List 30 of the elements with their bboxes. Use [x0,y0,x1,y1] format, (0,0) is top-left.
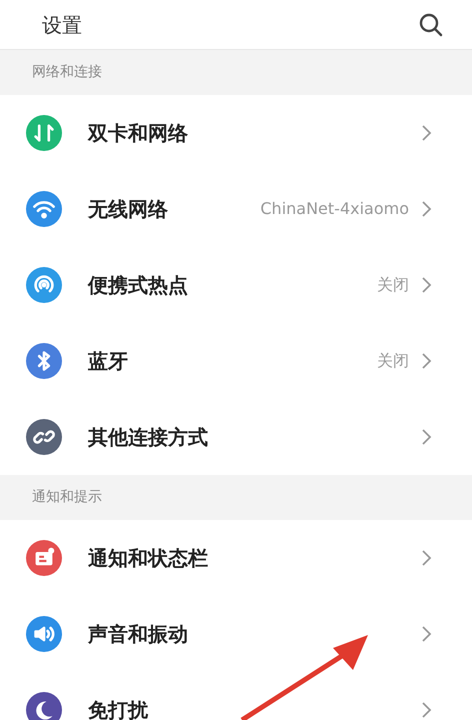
chevron-icon [421,124,432,142]
section-header: 通知和提示 [32,488,102,507]
item-label: 通知和状态栏 [88,545,208,572]
chevron-icon [421,625,432,643]
item-value: 关闭 [377,350,409,372]
chevron-icon [421,701,432,719]
item-value: ChinaNet-4xiaomo [260,198,409,220]
item-label: 其他连接方式 [88,424,208,451]
settings-item[interactable]: 便携式热点 关闭 [0,247,472,323]
chevron-icon [421,352,432,370]
settings-item[interactable]: 双卡和网络 [0,95,472,171]
chevron-icon [421,200,432,218]
settings-item[interactable]: 免打扰 [0,672,472,720]
settings-item[interactable]: 无线网络 ChinaNet-4xiaomo [0,171,472,247]
item-label: 免打扰 [88,697,148,720]
item-label: 无线网络 [88,196,168,223]
chevron-icon [421,549,432,567]
search-icon[interactable] [418,12,444,38]
settings-item[interactable]: 其他连接方式 [0,399,472,475]
chevron-icon [421,276,432,294]
item-value: 关闭 [377,274,409,296]
item-label: 双卡和网络 [88,120,188,147]
item-label: 蓝牙 [88,348,128,375]
item-label: 便携式热点 [88,272,188,299]
settings-item[interactable]: 蓝牙 关闭 [0,323,472,399]
settings-item[interactable]: 通知和状态栏 [0,520,472,596]
section-header: 网络和连接 [32,63,102,82]
page-title: 设置 [42,12,82,38]
chevron-icon [421,428,432,446]
item-label: 声音和振动 [88,621,188,648]
